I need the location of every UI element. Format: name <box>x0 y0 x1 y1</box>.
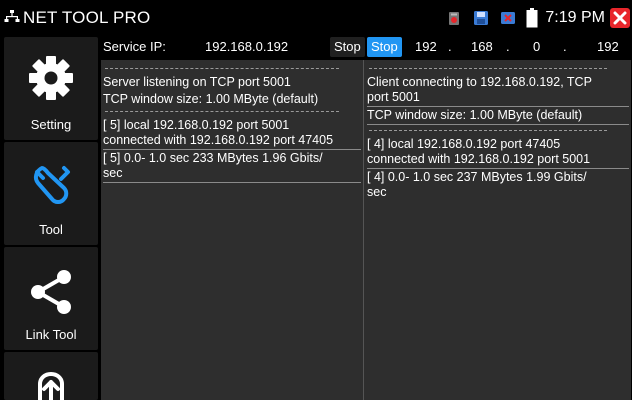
service-ip-value: 192.168.0.192 <box>205 39 289 54</box>
stop-client-button[interactable]: Stop <box>367 37 402 57</box>
sidebar-item-label: Tool <box>39 222 63 237</box>
service-ip-label: Service IP: <box>103 39 166 54</box>
upload-icon <box>38 371 64 400</box>
stop-server-button[interactable]: Stop <box>330 37 365 57</box>
app-title: NET TOOL PRO <box>23 8 151 27</box>
log-line: connected with 192.168.0.192 port 5001 <box>367 152 591 166</box>
sidebar-item-setting[interactable]: Setting <box>4 37 98 140</box>
log-line: [ 4] local 192.168.0.192 port 47405 <box>367 137 561 151</box>
sidebar-item-label: Link Tool <box>25 327 77 342</box>
log-line: sec <box>367 185 387 199</box>
ip-octet-1[interactable]: 192 <box>415 39 437 54</box>
battery-icon <box>526 7 538 28</box>
divider <box>103 149 361 150</box>
sidebar: Setting Tool Link Tool <box>0 35 100 400</box>
ip-octet-2[interactable]: 168 <box>471 39 493 54</box>
log-line: TCP window size: 1.00 MByte (default) <box>103 92 319 106</box>
ip-octet-4[interactable]: 192 <box>597 39 619 54</box>
divider <box>367 168 629 169</box>
share-icon <box>31 270 71 314</box>
save-icon <box>472 9 490 27</box>
separator <box>369 68 607 69</box>
sidebar-item-label: Setting <box>30 117 72 132</box>
gear-icon <box>29 56 73 100</box>
log-line: connected with 192.168.0.192 port 47405 <box>103 133 334 147</box>
divider <box>367 124 629 125</box>
ip-dot: . <box>506 39 510 54</box>
connection-bar: Service IP: 192.168.0.192 Stop Stop 192 … <box>101 35 631 60</box>
close-icon[interactable] <box>610 7 630 28</box>
log-line: TCP window size: 1.00 MByte (default) <box>367 108 583 122</box>
status-clock: 7:19 PM <box>545 8 605 26</box>
log-line: [ 5] local 192.168.0.192 port 5001 <box>103 118 290 132</box>
wrench-icon <box>33 166 70 204</box>
server-output-pane[interactable]: Server listening on TCP port 5001 TCP wi… <box>101 60 364 400</box>
dismiss-icon[interactable] <box>499 9 517 27</box>
divider <box>367 106 629 107</box>
sidebar-item-upload[interactable] <box>4 352 98 400</box>
log-line: [ 5] 0.0- 1.0 sec 233 MBytes 1.96 Gbits/ <box>103 151 323 165</box>
separator <box>369 130 607 131</box>
sidebar-item-tool[interactable]: Tool <box>4 142 98 245</box>
main-panel: Service IP: 192.168.0.192 Stop Stop 192 … <box>101 35 631 400</box>
log-line: Server listening on TCP port 5001 <box>103 75 291 89</box>
network-icon <box>4 10 20 22</box>
client-output-pane[interactable]: Client connecting to 192.168.0.192, TCP … <box>365 60 631 400</box>
log-line: [ 4] 0.0- 1.0 sec 237 MBytes 1.99 Gbits/ <box>367 170 587 184</box>
title-bar: NET TOOL PRO 7:19 PM <box>0 0 632 35</box>
sidebar-item-link-tool[interactable]: Link Tool <box>4 247 98 350</box>
ip-dot: . <box>448 39 452 54</box>
log-line: Client connecting to 192.168.0.192, TCP <box>367 75 592 89</box>
ip-dot: . <box>563 39 567 54</box>
recording-icon <box>445 9 463 27</box>
separator <box>105 111 339 112</box>
log-line: sec <box>103 166 123 180</box>
divider <box>103 182 361 183</box>
separator <box>105 68 339 69</box>
ip-octet-3[interactable]: 0 <box>533 39 540 54</box>
log-line: port 5001 <box>367 90 420 104</box>
